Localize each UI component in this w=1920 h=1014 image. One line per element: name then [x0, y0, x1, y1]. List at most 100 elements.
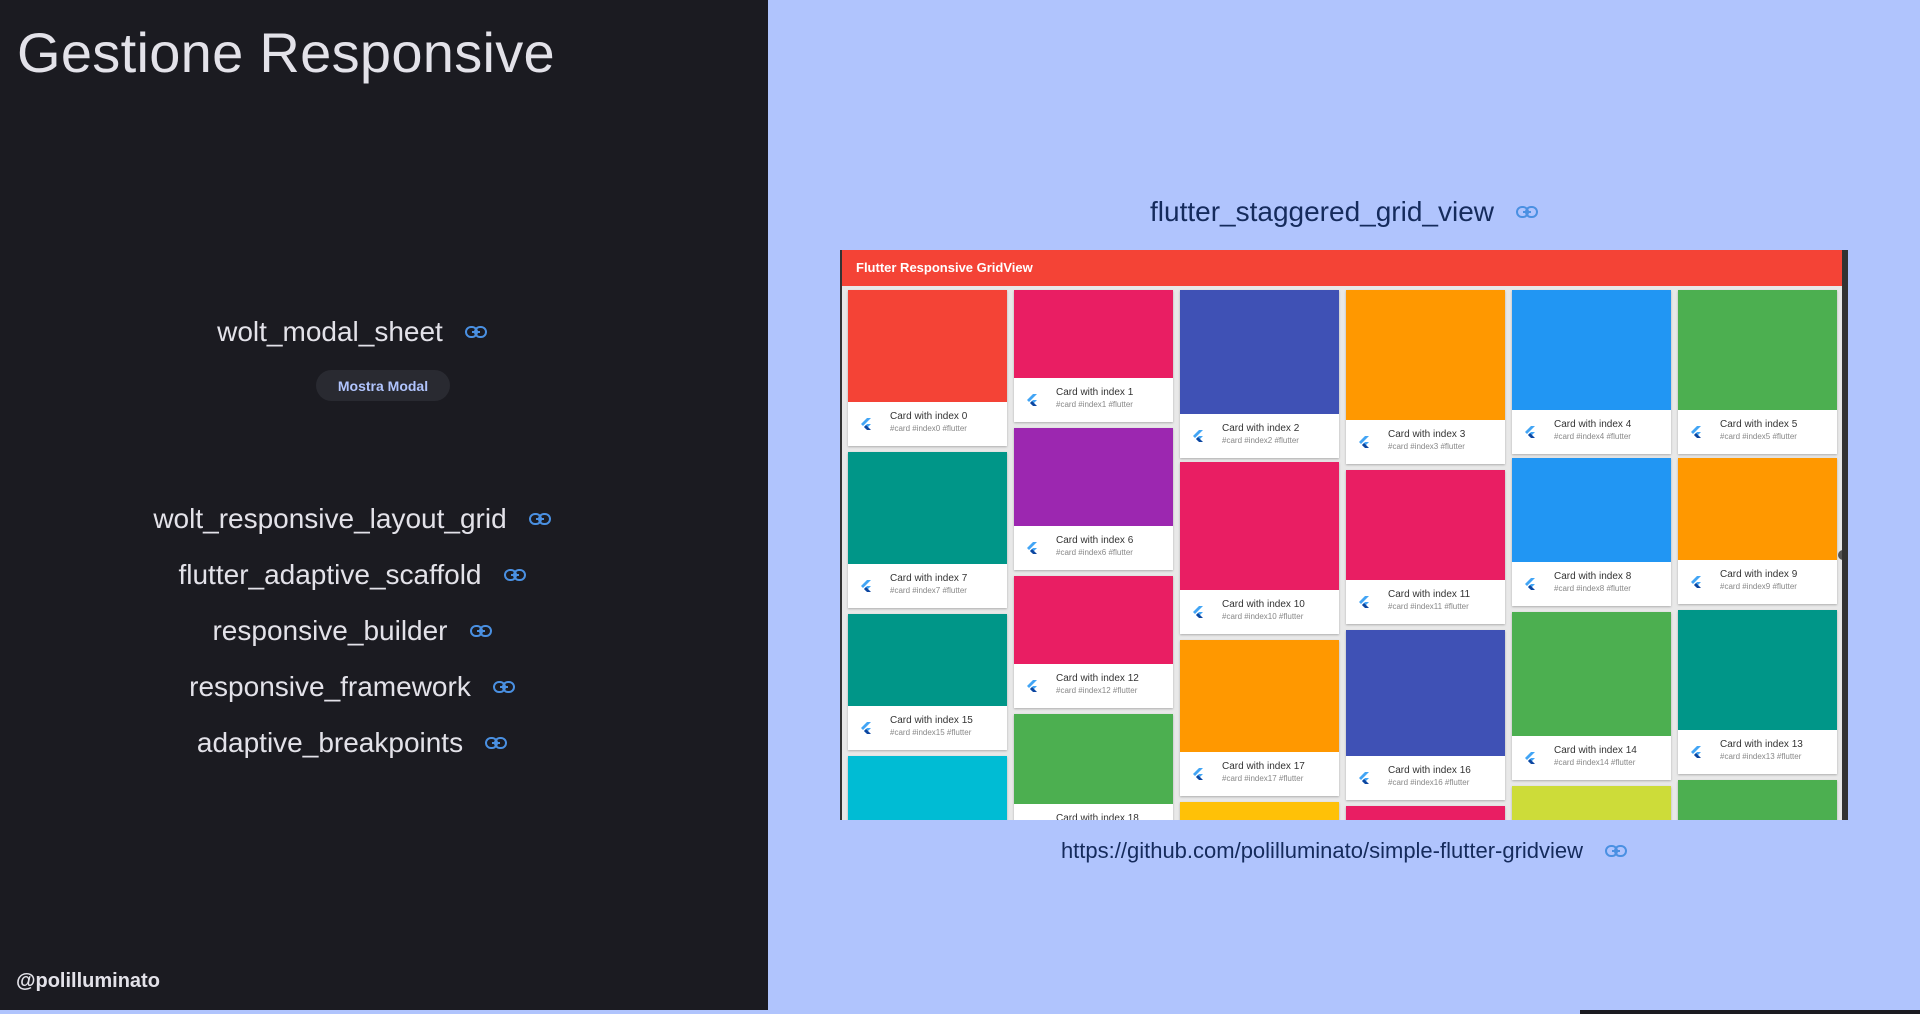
card-tags: #card #index10 #flutter: [1222, 612, 1304, 621]
card-footer: Card with index 11 #card #index11 #flutte…: [1346, 580, 1505, 624]
card-tags: #card #index12 #flutter: [1056, 686, 1138, 695]
app-bar-title: Flutter Responsive GridView: [842, 250, 1842, 286]
card-title: Card with index 1: [1056, 387, 1134, 398]
flutter-logo-icon: [860, 580, 872, 599]
package-flutter-staggered-grid-view: flutter_staggered_grid_view: [768, 196, 1920, 228]
card-title: Card with index 15: [890, 715, 973, 726]
grid-card: Card with index 0 #card #index0 #flutter: [848, 290, 1007, 446]
card-image: [1512, 612, 1671, 736]
card-footer: Card with index 2 #card #index2 #flutter: [1180, 414, 1339, 458]
card-title: Card with index 12: [1056, 673, 1139, 684]
package-responsive-framework: responsive_framework: [0, 671, 704, 703]
card-title: Card with index 10: [1222, 599, 1305, 610]
card-title: Card with index 2: [1222, 423, 1300, 434]
grid-card: Card with index 3 #card #index3 #flutter: [1346, 290, 1505, 464]
card-footer: Card with index 0 #card #index0 #flutter: [848, 402, 1007, 446]
card-title: Card with index 0: [890, 411, 968, 422]
card-tags: #card #index17 #flutter: [1222, 774, 1304, 783]
flutter-logo-icon: [1192, 430, 1204, 449]
card-image: [1180, 802, 1339, 820]
card-title: Card with index 14: [1554, 745, 1637, 756]
card-image: [848, 614, 1007, 706]
card-title: Card with index 11: [1388, 589, 1471, 600]
grid-card: Card with index 5 #card #index5 #flutter: [1678, 290, 1837, 454]
package-label: flutter_staggered_grid_view: [1150, 196, 1494, 227]
flutter-logo-icon: [1026, 542, 1038, 561]
card-image: [1678, 610, 1837, 730]
link-icon[interactable]: [485, 737, 508, 749]
slide-title: Gestione Responsive: [17, 21, 556, 84]
repo-url[interactable]: https://github.com/polilluminato/simple-…: [1061, 838, 1583, 864]
grid-card: [1180, 802, 1339, 820]
repo-link[interactable]: https://github.com/polilluminato/simple-…: [768, 838, 1920, 864]
card-title: Card with index 18: [1056, 813, 1139, 820]
card-image: [848, 756, 1007, 820]
card-footer: Card with index 7 #card #index7 #flutter: [848, 564, 1007, 608]
card-footer: Card with index 8 #card #index8 #flutter: [1512, 562, 1671, 606]
grid-card: Card with index 8 #card #index8 #flutter: [1512, 458, 1671, 606]
card-image: [1180, 640, 1339, 752]
card-title: Card with index 16: [1388, 765, 1471, 776]
left-panel: Gestione Responsive wolt_modal_sheet Mos…: [0, 0, 768, 1010]
flutter-logo-icon: [1690, 426, 1702, 445]
link-icon[interactable]: [492, 681, 515, 693]
link-icon[interactable]: [464, 326, 487, 338]
card-footer: Card with index 5 #card #index5 #flutter: [1678, 410, 1837, 454]
grid-card: [848, 756, 1007, 820]
package-label: wolt_responsive_layout_grid: [153, 503, 507, 534]
link-icon[interactable]: [1605, 845, 1628, 857]
flutter-logo-icon: [1192, 606, 1204, 625]
grid-card: Card with index 12 #card #index12 #flutte…: [1014, 576, 1173, 708]
card-tags: #card #index4 #flutter: [1554, 432, 1631, 441]
card-tags: #card #index7 #flutter: [890, 586, 967, 595]
card-image: [1678, 290, 1837, 410]
package-adaptive-breakpoints: adaptive_breakpoints: [0, 727, 704, 759]
grid-card: Card with index 6 #card #index6 #flutter: [1014, 428, 1173, 570]
grid-card: [1346, 806, 1505, 820]
grid-card: Card with index 11 #card #index11 #flutte…: [1346, 470, 1505, 624]
package-label: flutter_adaptive_scaffold: [178, 559, 482, 590]
card-footer: Card with index 1 #card #index1 #flutter: [1014, 378, 1173, 422]
package-flutter-adaptive-scaffold: flutter_adaptive_scaffold: [0, 559, 704, 591]
card-tags: #card #index8 #flutter: [1554, 584, 1631, 593]
card-tags: #card #index3 #flutter: [1388, 442, 1465, 451]
grid-card: Card with index 17 #card #index17 #flutte…: [1180, 640, 1339, 796]
author-handle: @polilluminato: [16, 970, 160, 992]
grid-card: Card with index 14 #card #index14 #flutte…: [1512, 612, 1671, 780]
card-footer: Card with index 4 #card #index4 #flutter: [1512, 410, 1671, 454]
grid-card: Card with index 2 #card #index2 #flutter: [1180, 290, 1339, 458]
link-icon[interactable]: [528, 513, 551, 525]
card-title: Card with index 6: [1056, 535, 1134, 546]
card-tags: #card #index9 #flutter: [1720, 582, 1797, 591]
link-icon[interactable]: [469, 625, 492, 637]
card-image: [1678, 780, 1837, 820]
link-icon[interactable]: [503, 569, 526, 581]
show-modal-button[interactable]: Mostra Modal: [316, 370, 450, 401]
card-title: Card with index 8: [1554, 571, 1632, 582]
grid-card: Card with index 16 #card #index16 #flutte…: [1346, 630, 1505, 800]
card-footer: Card with index 17 #card #index17 #flutte…: [1180, 752, 1339, 796]
card-tags: #card #index2 #flutter: [1222, 436, 1299, 445]
grid-card: [1678, 780, 1837, 820]
card-tags: #card #index15 #flutter: [890, 728, 972, 737]
grid-card: Card with index 18: [1014, 714, 1173, 820]
card-image: [1014, 714, 1173, 804]
app-screenshot: Flutter Responsive GridView Card with in…: [840, 250, 1848, 820]
grid-card: Card with index 9 #card #index9 #flutter: [1678, 458, 1837, 604]
card-title: Card with index 4: [1554, 419, 1632, 430]
card-title: Card with index 3: [1388, 429, 1466, 440]
flutter-logo-icon: [1026, 394, 1038, 413]
card-image: [1512, 290, 1671, 410]
flutter-logo-icon: [1690, 576, 1702, 595]
flutter-logo-icon: [1358, 772, 1370, 791]
card-image: [1014, 576, 1173, 664]
card-image: [1678, 458, 1837, 560]
package-label: responsive_builder: [212, 615, 448, 646]
package-label: adaptive_breakpoints: [196, 727, 464, 758]
card-footer: Card with index 16 #card #index16 #flutte…: [1346, 756, 1505, 800]
flutter-logo-icon: [1524, 578, 1536, 597]
bottom-border-dark: [1580, 1010, 1920, 1014]
package-label: responsive_framework: [189, 671, 471, 702]
link-icon[interactable]: [1515, 206, 1538, 218]
package-wolt-responsive-layout-grid: wolt_responsive_layout_grid: [0, 503, 704, 535]
